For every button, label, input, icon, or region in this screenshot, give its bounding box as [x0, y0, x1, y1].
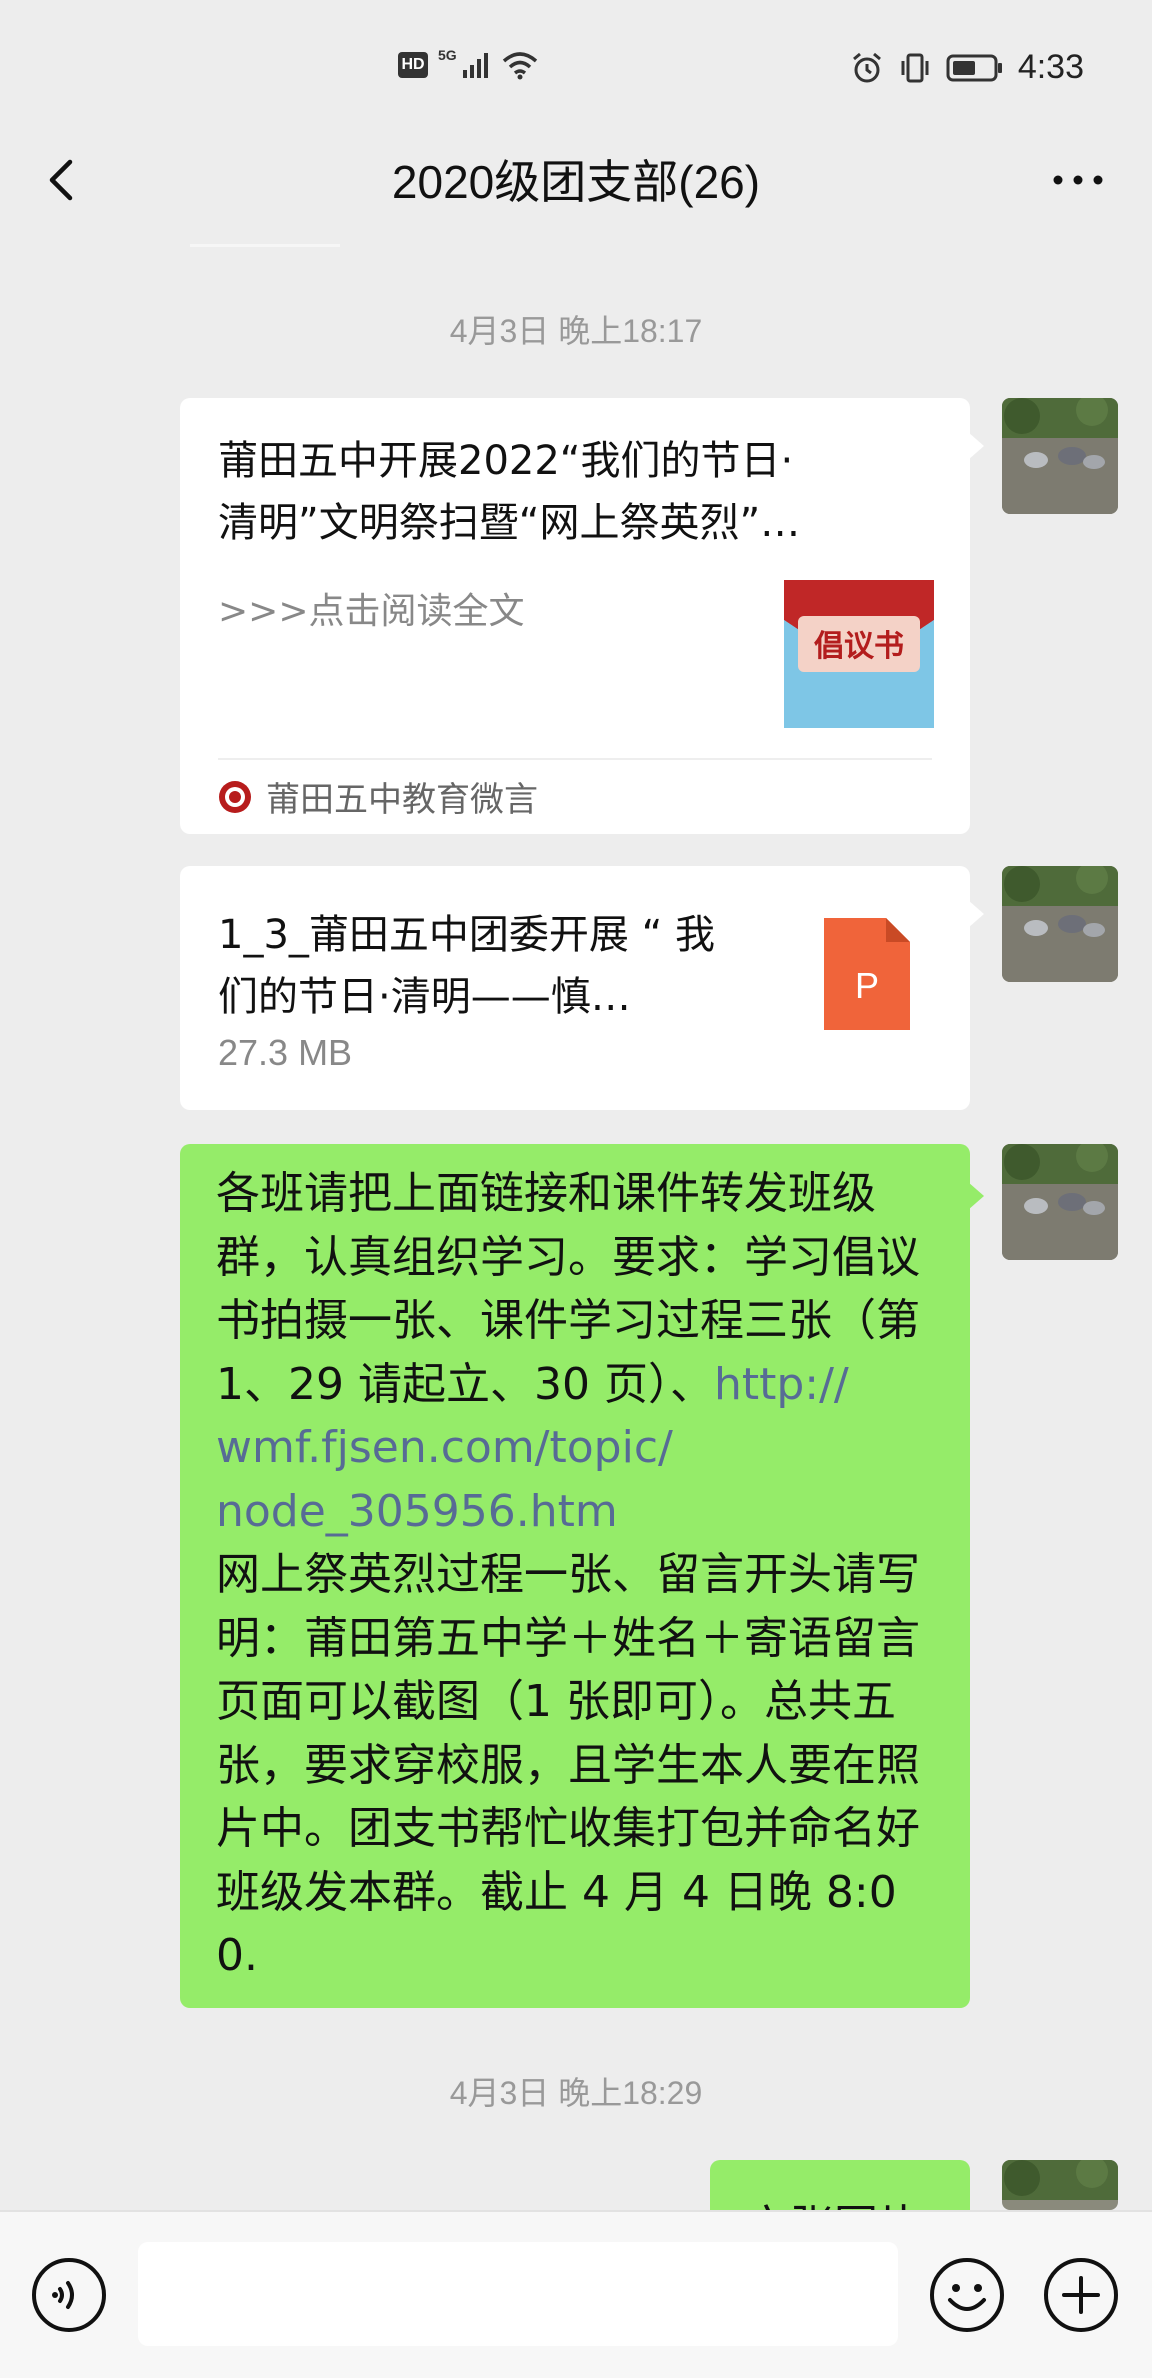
link-title: 莆田五中开展2022“我们的节日· 清明”文明祭扫暨“网上祭英烈”…	[218, 430, 918, 554]
message-link[interactable]: wmf.fjsen.com/topic/	[216, 1422, 673, 1473]
text-message-bubble[interactable]: 各班请把上面链接和课件转发班级群，认真组织学习。要求：学习倡议书拍摄一张、课件学…	[180, 1144, 984, 2008]
battery-icon	[946, 54, 1002, 81]
more-dots-icon[interactable]	[1048, 160, 1108, 200]
avatar[interactable]	[1002, 866, 1118, 982]
message-link[interactable]: node_305956.htm	[216, 1486, 618, 1537]
ppt-letter: P	[855, 965, 879, 1006]
thumb-text: 倡议书	[814, 629, 904, 664]
scroll-edge	[190, 244, 340, 247]
hd-badge: HD	[398, 52, 428, 78]
bubble-tail	[968, 900, 984, 928]
chat-title: 2020级团支部(26)	[391, 156, 761, 208]
message-link[interactable]: http://	[714, 1359, 849, 1410]
message-text-segment: 网上祭英烈过程一张、留言开头请写明：莆田第五中学＋姓名＋寄语留言页面可以截图（1…	[216, 1549, 920, 1981]
link-title-line: 莆田五中开展2022“我们的节日·	[218, 438, 794, 484]
status-right-group: 4:33	[850, 48, 1084, 87]
link-card[interactable]: 莆田五中开展2022“我们的节日· 清明”文明祭扫暨“网上祭英烈”… >>>点击…	[180, 398, 984, 834]
chat-header: 2020级团支部(26)	[0, 130, 1152, 230]
file-card[interactable]: 1_3_莆田五中团委开展 “ 我 们的节日·清明——慎… 27.3 MB P	[180, 866, 984, 1110]
status-network-group: HD 5G	[398, 47, 539, 80]
card-divider	[218, 758, 932, 760]
avatar[interactable]	[1002, 1144, 1118, 1260]
signal-icon	[462, 53, 488, 78]
timestamp: 4月3日 晚上18:29	[449, 2075, 703, 2111]
status-time: 4:33	[1017, 48, 1084, 86]
file-size: 27.3 MB	[218, 1032, 353, 1073]
emoji-icon[interactable]	[928, 2256, 1006, 2334]
file-name-line: 1_3_莆田五中团委开展 “ 我	[218, 912, 716, 958]
ppt-file-icon: P	[824, 918, 910, 1030]
voice-icon[interactable]	[30, 2256, 108, 2334]
network-type: 5G	[438, 47, 457, 63]
bubble-tail	[968, 432, 984, 460]
avatar[interactable]	[1002, 398, 1118, 514]
plus-icon[interactable]	[1042, 2256, 1120, 2334]
file-name-line: 们的节日·清明——慎…	[218, 974, 631, 1020]
vibrate-icon	[901, 53, 929, 82]
file-name: 1_3_莆田五中团委开展 “ 我 们的节日·清明——慎…	[218, 904, 778, 1028]
avatar[interactable]	[1002, 2160, 1118, 2210]
link-thumbnail: 倡议书	[784, 580, 934, 728]
source-name: 莆田五中教育微言	[266, 780, 538, 820]
status-bar: HD 5G 4:33	[0, 0, 1152, 130]
wifi-icon	[502, 52, 537, 80]
bubble-tail	[968, 1182, 984, 1210]
timestamp: 4月3日 晚上18:17	[449, 313, 703, 349]
link-description: >>>点击阅读全文	[218, 591, 525, 632]
source-row: 莆田五中教育微言	[218, 772, 538, 821]
source-logo-icon	[219, 780, 251, 813]
alarm-icon	[852, 52, 881, 82]
input-bar	[0, 2210, 1152, 2378]
message-text: 各班请把上面链接和课件转发班级群，认真组织学习。要求：学习倡议书拍摄一张、课件学…	[216, 1162, 936, 1988]
message-input[interactable]	[138, 2242, 898, 2346]
link-title-line: 清明”文明祭扫暨“网上祭英烈”…	[218, 500, 801, 546]
